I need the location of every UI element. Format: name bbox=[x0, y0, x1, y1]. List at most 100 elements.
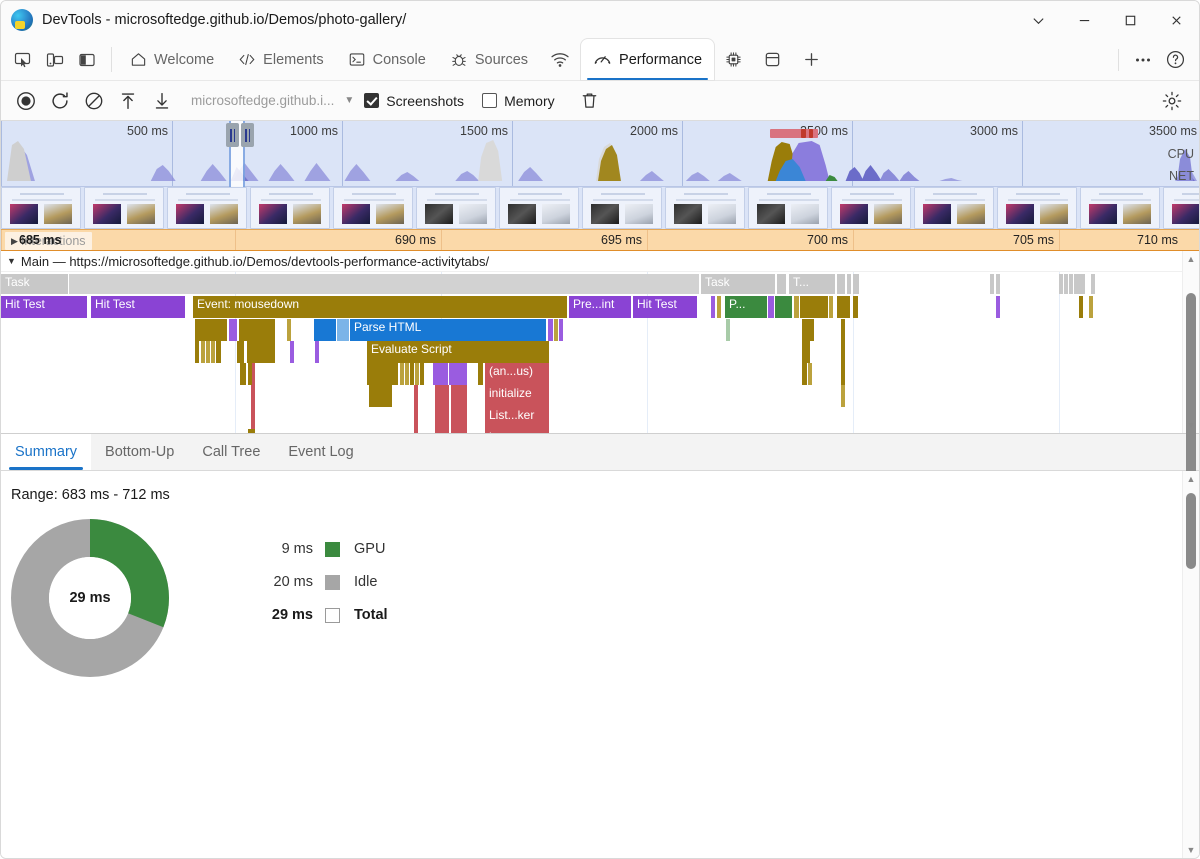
add-panel-button[interactable] bbox=[792, 39, 831, 80]
window-maximize-button[interactable] bbox=[1107, 1, 1153, 39]
flame-bar-sliver[interactable] bbox=[554, 319, 558, 341]
selection-handle-left[interactable] bbox=[226, 123, 239, 147]
flame-bar-sliver[interactable] bbox=[996, 296, 1000, 318]
flame-bar-evaluate-script[interactable]: Evaluate Script bbox=[367, 341, 549, 363]
upload-profile-button[interactable] bbox=[111, 86, 145, 116]
legend-row-idle[interactable]: 20 ms Idle bbox=[251, 566, 388, 599]
flame-bar-hit-test[interactable]: Hit Test bbox=[91, 296, 185, 318]
flame-bar-sliver[interactable] bbox=[405, 363, 409, 385]
flame-bar-anonymous[interactable]: (an...us) bbox=[485, 363, 549, 385]
summary-scrollbar[interactable]: ▲ ▼ bbox=[1182, 471, 1199, 859]
flame-bar-sliver[interactable] bbox=[808, 363, 812, 385]
filmstrip-frame[interactable] bbox=[416, 187, 496, 229]
flame-bar-task-segment[interactable] bbox=[69, 274, 699, 294]
flame-bar-sliver[interactable] bbox=[195, 341, 199, 363]
scroll-up-arrow-icon[interactable]: ▲ bbox=[1183, 251, 1199, 267]
flame-bar-task-tick[interactable] bbox=[1091, 274, 1095, 294]
tab-bottom-up[interactable]: Bottom-Up bbox=[91, 434, 188, 470]
reload-and-record-button[interactable] bbox=[43, 86, 77, 116]
download-profile-button[interactable] bbox=[145, 86, 179, 116]
flame-bar-sliver[interactable] bbox=[251, 385, 255, 407]
flame-bar-task-tick[interactable] bbox=[777, 274, 786, 294]
filmstrip-frame[interactable] bbox=[1080, 187, 1160, 229]
flame-bar-initialize[interactable]: initialize bbox=[485, 385, 549, 407]
flame-bar-sliver[interactable] bbox=[400, 363, 404, 385]
flame-bar-sliver[interactable] bbox=[229, 319, 237, 341]
profile-selector-label[interactable]: microsoftedge.github.i... bbox=[191, 93, 334, 108]
flame-bar-sliver[interactable] bbox=[414, 407, 418, 429]
flame-bar-parse-segment[interactable] bbox=[314, 319, 336, 341]
flame-bar-parse-segment[interactable] bbox=[337, 319, 349, 341]
flame-bar-sliver[interactable] bbox=[768, 296, 774, 318]
tab-sources[interactable]: Sources bbox=[438, 39, 540, 80]
flame-bar-sliver[interactable] bbox=[435, 429, 449, 433]
flame-bar-scripting[interactable] bbox=[802, 341, 810, 363]
flame-bar-sliver[interactable] bbox=[841, 363, 845, 385]
flame-bar-paint[interactable] bbox=[775, 296, 792, 318]
flame-bar-task-tick[interactable] bbox=[1069, 274, 1073, 294]
filmstrip-frame[interactable] bbox=[665, 187, 745, 229]
filmstrip-frame[interactable] bbox=[1163, 187, 1199, 229]
flame-bar-parse-html[interactable]: Parse HTML bbox=[350, 319, 546, 341]
filmstrip-frame[interactable] bbox=[582, 187, 662, 229]
flame-bar-listener[interactable]: List...ker bbox=[485, 407, 549, 429]
flame-bar-scripting[interactable] bbox=[853, 296, 858, 318]
chevron-down-icon[interactable]: ▼ bbox=[344, 95, 354, 106]
memory-checkbox[interactable]: Memory bbox=[482, 93, 555, 109]
flame-bar-scripting[interactable] bbox=[239, 319, 275, 341]
flame-bar-sliver[interactable] bbox=[559, 319, 563, 341]
flame-bar-scripting[interactable] bbox=[367, 363, 398, 385]
flame-bar-sliver[interactable] bbox=[433, 363, 448, 385]
flame-bar-sliver[interactable] bbox=[414, 385, 418, 407]
flame-bar-sliver[interactable] bbox=[211, 341, 215, 363]
filmstrip-frame[interactable] bbox=[333, 187, 413, 229]
flame-bar-sliver[interactable] bbox=[726, 319, 730, 341]
tab-network[interactable] bbox=[540, 39, 581, 80]
window-more-button[interactable] bbox=[1015, 1, 1061, 39]
flame-bar-sliver[interactable] bbox=[717, 296, 721, 318]
selection-handle-right[interactable] bbox=[241, 123, 254, 147]
filmstrip-frame[interactable] bbox=[1, 187, 81, 229]
flame-bar-task-tick[interactable] bbox=[1074, 274, 1085, 294]
screenshots-checkbox[interactable]: Screenshots bbox=[364, 93, 464, 109]
tab-memory-inspector[interactable] bbox=[714, 39, 753, 80]
dock-side-icon[interactable] bbox=[71, 45, 103, 75]
scroll-down-arrow-icon[interactable]: ▼ bbox=[1183, 417, 1199, 433]
filmstrip-frame[interactable] bbox=[997, 187, 1077, 229]
flame-bar-sliver[interactable] bbox=[449, 363, 467, 385]
legend-row-gpu[interactable]: 9 ms GPU bbox=[251, 533, 388, 566]
flame-bar-pre-paint[interactable]: Pre...int bbox=[569, 296, 631, 318]
flame-bar-sliver[interactable] bbox=[287, 319, 291, 341]
flame-bar-task-tick[interactable] bbox=[847, 274, 851, 294]
flame-bar-paint[interactable]: P... bbox=[725, 296, 767, 318]
flame-bar-scripting[interactable] bbox=[837, 296, 850, 318]
more-options-icon[interactable] bbox=[1127, 45, 1159, 75]
flame-bar-sliver[interactable] bbox=[435, 407, 449, 429]
filmstrip-frame[interactable] bbox=[914, 187, 994, 229]
clear-button[interactable] bbox=[77, 86, 111, 116]
flame-bar-task-tick[interactable] bbox=[853, 274, 859, 294]
flame-bar-sliver[interactable] bbox=[240, 363, 246, 385]
flame-bar-sliver[interactable] bbox=[420, 363, 424, 385]
flame-bar-sliver[interactable] bbox=[711, 296, 715, 318]
timeline-ruler[interactable]: 690 ms 695 ms 700 ms 705 ms 710 ms ▶ Int… bbox=[1, 229, 1199, 251]
device-emulation-icon[interactable] bbox=[39, 45, 71, 75]
flame-bar-sliver[interactable] bbox=[248, 429, 255, 433]
flame-bar-sliver[interactable] bbox=[248, 363, 252, 385]
flame-bar-scripting[interactable] bbox=[369, 385, 392, 407]
flame-bar-scripting[interactable] bbox=[195, 319, 227, 341]
flame-bar-sliver[interactable] bbox=[315, 341, 319, 363]
tab-performance[interactable]: Performance bbox=[581, 39, 714, 80]
flame-bar-sliver[interactable] bbox=[802, 363, 807, 385]
filmstrip-frame[interactable] bbox=[499, 187, 579, 229]
flame-bar-sliver[interactable] bbox=[435, 385, 449, 407]
window-close-button[interactable] bbox=[1153, 1, 1199, 39]
flame-bar-sliver[interactable] bbox=[206, 341, 210, 363]
flame-bar-task-tick[interactable] bbox=[1064, 274, 1068, 294]
flame-bar-scripting[interactable] bbox=[802, 319, 814, 341]
flame-bar-sliver[interactable] bbox=[201, 341, 205, 363]
flame-bar-hit-test[interactable]: Hit Test bbox=[1, 296, 87, 318]
record-button[interactable] bbox=[9, 86, 43, 116]
flame-bar-sliver[interactable] bbox=[290, 341, 294, 363]
flame-bar-sliver[interactable] bbox=[451, 429, 467, 433]
